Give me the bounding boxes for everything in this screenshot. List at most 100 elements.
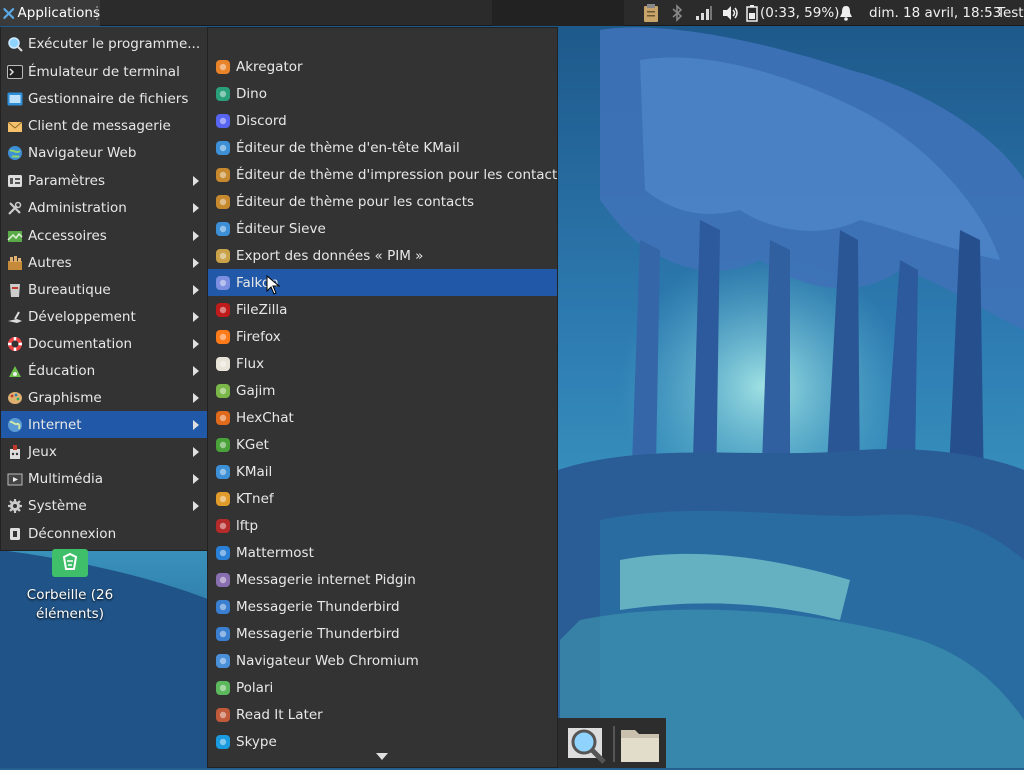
thunderbird-icon — [216, 626, 230, 641]
submenu-item[interactable]: lftp — [208, 512, 557, 539]
panel-handle[interactable] — [96, 6, 104, 20]
submenu-item[interactable]: Dino — [208, 80, 557, 107]
submenu-item[interactable]: FileZilla — [208, 296, 557, 323]
battery-icon[interactable] — [744, 0, 760, 26]
menu-item-multimedia[interactable]: Multimédia — [1, 465, 207, 492]
menu-item-documentation[interactable]: Documentation — [1, 330, 207, 357]
bluetooth-icon[interactable] — [666, 0, 688, 26]
submenu-item-label: Navigateur Web Chromium — [236, 652, 419, 669]
user-name[interactable]: Test — [997, 0, 1024, 26]
submenu-item-label: Read It Later — [236, 706, 323, 723]
submenu-item[interactable]: Mattermost — [208, 539, 557, 566]
clipboard-icon[interactable] — [638, 0, 664, 26]
menu-item-others[interactable]: Autres — [1, 249, 207, 276]
hexchat-icon — [216, 410, 230, 425]
read-it-later-icon — [216, 707, 230, 722]
submenu-arrow-icon — [193, 365, 199, 376]
submenu-item[interactable]: Akregator — [208, 53, 557, 80]
submenu-item[interactable]: Messagerie Thunderbird — [208, 593, 557, 620]
submenu-item[interactable]: Gajim — [208, 377, 557, 404]
submenu-item[interactable]: KGet — [208, 431, 557, 458]
submenu-item[interactable]: KMail — [208, 458, 557, 485]
submenu-item[interactable]: Flux — [208, 350, 557, 377]
scroll-down-arrow-icon[interactable] — [376, 753, 388, 760]
submenu-item[interactable]: Polari — [208, 674, 557, 701]
submenu-arrow-icon — [193, 338, 199, 349]
submenu-item-label: Skype — [236, 733, 277, 750]
menu-item-mail-client[interactable]: Client de messagerie — [1, 112, 207, 139]
network-signal-icon[interactable] — [692, 0, 716, 26]
submenu-item[interactable]: Éditeur de thème d'impression pour les c… — [208, 161, 557, 188]
submenu-arrow-icon — [193, 202, 199, 213]
submenu-item-label: Éditeur de thème pour les contacts — [236, 193, 475, 210]
submenu-item-label: Éditeur Sieve — [236, 220, 326, 237]
submenu-item[interactable]: Skype — [208, 728, 557, 755]
menu-item-settings[interactable]: Paramètres — [1, 167, 207, 194]
menu-item-system[interactable]: Système — [1, 492, 207, 519]
submenu-item[interactable]: Messagerie Thunderbird — [208, 620, 557, 647]
folder-icon[interactable] — [618, 722, 662, 766]
submenu-item[interactable]: Éditeur de thème d'en-tête KMail — [208, 134, 557, 161]
submenu-item-label: KGet — [236, 436, 269, 453]
clock[interactable]: dim. 18 avril, 18:53 — [869, 0, 1001, 26]
bottom-dock — [558, 718, 666, 768]
menu-item-administration[interactable]: Administration — [1, 194, 207, 221]
menu-item-education[interactable]: Éducation — [1, 357, 207, 384]
menu-item-terminal[interactable]: Émulateur de terminal — [1, 58, 207, 85]
notification-bell-icon[interactable] — [836, 0, 856, 26]
development-icon — [8, 311, 22, 323]
applications-label: Applications — [17, 5, 100, 21]
submenu-item-label: Messagerie Thunderbird — [236, 625, 400, 642]
lftp-icon — [216, 518, 230, 533]
submenu-item[interactable]: HexChat — [208, 404, 557, 431]
submenu-item[interactable]: Navigateur Web Chromium — [208, 647, 557, 674]
menu-item-graphics[interactable]: Graphisme — [1, 384, 207, 411]
mail-client-icon — [7, 121, 23, 132]
menu-item-web-browser[interactable]: Navigateur Web — [1, 139, 207, 166]
submenu-item-label: lftp — [236, 517, 259, 534]
submenu-item[interactable]: Export des données « PIM » — [208, 242, 557, 269]
graphics-palette-icon — [8, 391, 22, 404]
mattermost-icon — [216, 545, 230, 560]
applications-menu-button[interactable]: Applications — [0, 0, 100, 26]
thunderbird-icon — [216, 599, 230, 614]
app-finder-icon[interactable] — [564, 722, 608, 766]
office-icon — [10, 283, 20, 297]
menu-item-file-manager[interactable]: Gestionnaire de fichiers — [1, 85, 207, 112]
menu-item-office[interactable]: Bureautique — [1, 276, 207, 303]
menu-item-games[interactable]: Jeux — [1, 438, 207, 465]
submenu-item[interactable]: KTnef — [208, 485, 557, 512]
trash-icon[interactable] — [52, 549, 88, 577]
menu-item-accessories[interactable]: Accessoires — [1, 222, 207, 249]
submenu-item[interactable]: Firefox — [208, 323, 557, 350]
skype-icon — [216, 734, 230, 749]
submenu-item[interactable]: Éditeur Sieve — [208, 215, 557, 242]
submenu-item[interactable]: Falkon — [208, 269, 557, 296]
volume-icon[interactable] — [718, 0, 742, 26]
submenu-item-label: Flux — [236, 355, 265, 372]
submenu-arrow-icon — [193, 175, 199, 186]
gajim-icon — [216, 383, 230, 398]
dock-separator — [613, 726, 615, 762]
sieve-icon — [216, 221, 230, 236]
accessories-icon — [7, 230, 23, 242]
window-buttons-area — [492, 0, 624, 26]
system-gear-icon — [8, 498, 22, 513]
globe-icon — [8, 417, 22, 432]
submenu-item-label: Messagerie Thunderbird — [236, 598, 400, 615]
trash-label[interactable]: Corbeille (26 éléments) — [10, 586, 130, 624]
submenu-item[interactable]: Éditeur de thème pour les contacts — [208, 188, 557, 215]
submenu-item-label: Messagerie internet Pidgin — [236, 571, 416, 588]
submenu-item[interactable]: Messagerie internet Pidgin — [208, 566, 557, 593]
submenu-item-label: Dino — [236, 85, 267, 102]
help-lifebuoy-icon — [8, 336, 22, 351]
battery-status[interactable]: (0:33, 59%) — [760, 0, 839, 26]
menu-item-internet[interactable]: Internet — [1, 411, 207, 438]
submenu-item[interactable]: Read It Later — [208, 701, 557, 728]
menu-item-run-program[interactable]: Exécuter le programme... — [1, 30, 207, 57]
submenu-arrow-icon — [193, 473, 199, 484]
submenu-item[interactable]: Discord — [208, 107, 557, 134]
menu-item-logout[interactable]: Déconnexion — [1, 520, 207, 547]
menu-item-development[interactable]: Développement — [1, 303, 207, 330]
kmail-icon — [216, 464, 230, 479]
